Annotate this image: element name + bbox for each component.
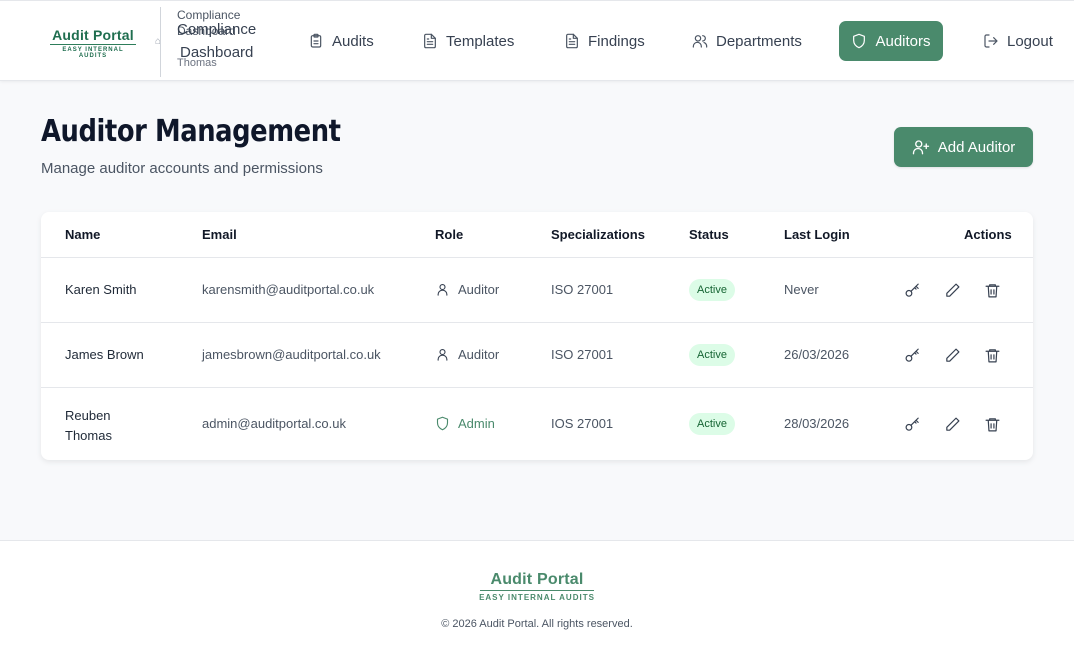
key-icon bbox=[905, 417, 919, 431]
row-name: Reuben Thomas bbox=[65, 406, 112, 446]
delete-button[interactable] bbox=[984, 282, 1002, 300]
trash-icon bbox=[985, 349, 1000, 363]
row-name-line-1: Reuben bbox=[65, 408, 111, 423]
footer-brand-subtitle: EASY INTERNAL AUDITS bbox=[479, 593, 595, 602]
nav-departments[interactable]: Departments bbox=[680, 21, 814, 61]
delete-button[interactable] bbox=[984, 416, 1002, 434]
user-plus-icon bbox=[912, 140, 929, 155]
nav-auditors-label: Auditors bbox=[875, 32, 931, 50]
top-navigation-bar: Audit Portal EASY INTERNAL AUDITS ⌂ Comp… bbox=[0, 0, 1074, 81]
row-role: Admin bbox=[435, 416, 495, 431]
shield-icon bbox=[853, 33, 866, 49]
status-badge: Active bbox=[689, 279, 735, 301]
nav-findings[interactable]: Findings bbox=[552, 21, 657, 61]
page-title: Auditor Management bbox=[41, 114, 341, 149]
header-divider bbox=[160, 7, 161, 77]
row-email: admin@auditportal.co.uk bbox=[202, 416, 346, 431]
edit-button[interactable] bbox=[944, 347, 962, 365]
status-badge: Active bbox=[689, 413, 735, 435]
users-icon bbox=[692, 35, 708, 48]
trash-icon bbox=[985, 418, 1000, 432]
nav-findings-label: Findings bbox=[588, 32, 645, 50]
header-status: Status bbox=[689, 227, 729, 242]
row-role-label: Admin bbox=[458, 416, 495, 431]
row-specialization: IOS 27001 bbox=[551, 416, 614, 431]
table-row: Karen Smith karensmith@auditportal.co.uk… bbox=[41, 257, 1033, 322]
breadcrumb-overlay-1: Compliance bbox=[177, 21, 257, 38]
reset-password-button[interactable] bbox=[904, 416, 922, 434]
brand-title: Audit Portal bbox=[52, 27, 134, 43]
row-name-line-2: Thomas bbox=[65, 428, 112, 443]
table-row: Reuben Thomas admin@auditportal.co.uk Ad… bbox=[41, 387, 1033, 460]
row-role-label: Auditor bbox=[458, 282, 500, 297]
breadcrumb-overlay: Compliance Dashboard bbox=[177, 21, 256, 62]
pencil-icon bbox=[946, 348, 960, 362]
row-role: Auditor bbox=[435, 347, 499, 362]
nav-templates-label: Templates bbox=[446, 32, 515, 50]
file-text-icon bbox=[566, 33, 578, 49]
row-specialization: ISO 27001 bbox=[551, 282, 614, 297]
add-auditor-label: Add Auditor bbox=[937, 138, 1016, 156]
shield-icon bbox=[436, 416, 449, 431]
user-icon bbox=[437, 348, 448, 361]
reset-password-button[interactable] bbox=[904, 282, 922, 300]
row-specialization: ISO 27001 bbox=[551, 347, 614, 362]
row-role-label: Auditor bbox=[458, 347, 500, 362]
row-name: Karen Smith bbox=[65, 282, 137, 297]
add-auditor-button[interactable]: Add Auditor bbox=[894, 127, 1033, 167]
breadcrumb: Compliance Dashboard Thomas Compliance D… bbox=[177, 7, 256, 71]
trash-icon bbox=[985, 284, 1000, 298]
row-email: karensmith@auditportal.co.uk bbox=[202, 282, 375, 297]
clipboard-icon bbox=[310, 33, 322, 48]
nav-logout-label: Logout bbox=[1007, 32, 1053, 50]
edit-button[interactable] bbox=[944, 416, 962, 434]
header-email: Email bbox=[202, 227, 237, 242]
nav-audits[interactable]: Audits bbox=[296, 21, 386, 61]
brand-subtitle: EASY INTERNAL AUDITS bbox=[62, 47, 124, 59]
pencil-icon bbox=[946, 283, 960, 297]
key-icon bbox=[905, 348, 919, 362]
row-email: jamesbrown@auditportal.co.uk bbox=[202, 347, 381, 362]
header-specializations: Specializations bbox=[551, 227, 645, 242]
brand-underline bbox=[50, 44, 136, 45]
header-actions: Actions bbox=[964, 227, 1012, 242]
footer-brand-title: Audit Portal bbox=[490, 571, 584, 588]
page-subtitle: Manage auditor accounts and permissions bbox=[41, 160, 323, 177]
copyright-text: © 2026 Audit Portal. All rights reserved… bbox=[441, 618, 633, 630]
header-role: Role bbox=[435, 227, 464, 242]
pencil-icon bbox=[946, 417, 960, 431]
logout-icon bbox=[984, 34, 998, 48]
edit-button[interactable] bbox=[944, 282, 962, 300]
row-last-login: Never bbox=[784, 282, 819, 297]
delete-button[interactable] bbox=[984, 347, 1002, 365]
breadcrumb-overlay-2: Dashboard bbox=[180, 44, 254, 61]
row-last-login: 28/03/2026 bbox=[784, 416, 850, 431]
key-icon bbox=[905, 283, 919, 297]
footer-logo: Audit Portal EASY INTERNAL AUDITS bbox=[478, 571, 596, 602]
user-icon bbox=[437, 283, 448, 296]
footer-brand-underline bbox=[480, 590, 594, 591]
header-name: Name bbox=[65, 227, 101, 242]
nav-logout[interactable]: Logout bbox=[971, 21, 1065, 61]
row-name: James Brown bbox=[65, 347, 144, 362]
table-row: James Brown jamesbrown@auditportal.co.uk… bbox=[41, 322, 1033, 387]
status-badge: Active bbox=[689, 344, 735, 366]
nav-auditors[interactable]: Auditors bbox=[839, 21, 943, 61]
row-role: Auditor bbox=[435, 282, 499, 297]
footer: Audit Portal EASY INTERNAL AUDITS © 2026… bbox=[0, 540, 1074, 657]
auditors-table: Name Email Role Specializations Status L… bbox=[41, 212, 1033, 460]
row-last-login: 26/03/2026 bbox=[784, 347, 850, 362]
brand-logo[interactable]: Audit Portal EASY INTERNAL AUDITS bbox=[48, 27, 138, 59]
nav-departments-label: Departments bbox=[716, 32, 802, 50]
nav-templates[interactable]: Templates bbox=[410, 21, 526, 61]
file-text-icon bbox=[424, 33, 436, 49]
reset-password-button[interactable] bbox=[904, 347, 922, 365]
header-last-login: Last Login bbox=[784, 227, 850, 242]
nav-audits-label: Audits bbox=[332, 32, 374, 50]
